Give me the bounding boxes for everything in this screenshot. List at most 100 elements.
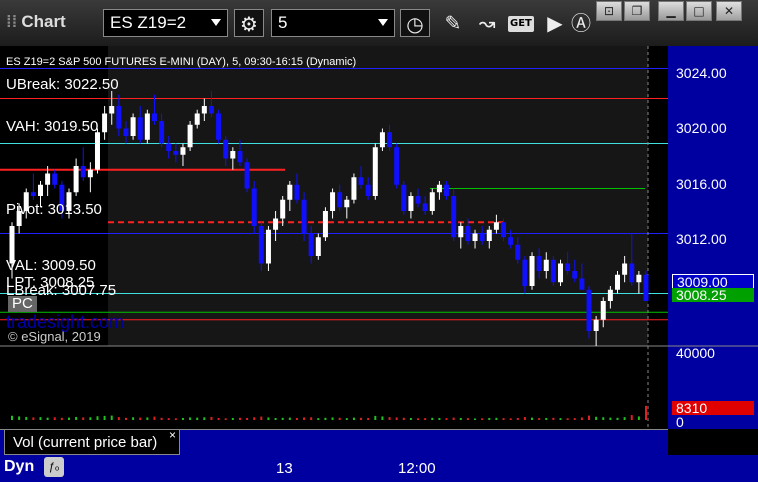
candle-body — [344, 199, 350, 208]
candle-body — [394, 147, 400, 185]
candle-body — [536, 256, 542, 271]
volume-bar — [474, 418, 477, 420]
volume-bar — [18, 416, 21, 420]
chevron-down-icon[interactable] — [211, 19, 221, 26]
candle-body — [173, 151, 179, 155]
time-tick: 12:00 — [398, 460, 436, 477]
volume-bar — [374, 415, 377, 420]
val-label: VAL: 3009.50 — [6, 257, 96, 274]
get-data-button[interactable]: GET — [508, 16, 534, 32]
volume-bar — [146, 417, 149, 420]
volume-bar — [110, 415, 113, 420]
volume-bar — [203, 417, 206, 420]
volume-bar — [181, 417, 184, 420]
candle-body — [422, 203, 428, 211]
study-icon[interactable]: ↝ — [472, 9, 502, 37]
volume-bar — [89, 417, 92, 420]
candle-body — [258, 226, 264, 264]
volume-bar — [96, 416, 99, 420]
volume-bar — [317, 418, 320, 420]
candle-body — [187, 124, 193, 148]
volume-bar — [360, 417, 363, 420]
volume-bar — [174, 418, 177, 420]
candle-body — [273, 218, 279, 230]
candle-body — [529, 256, 535, 286]
volume-bar — [303, 417, 306, 420]
ubreak-label: UBreak: 3022.50 — [6, 76, 119, 93]
volume-bar — [117, 417, 120, 420]
clock-icon[interactable]: ◷ — [400, 9, 430, 37]
volume-bar — [488, 417, 491, 420]
volume-bar — [645, 405, 647, 420]
lock-icon[interactable]: ƒₒ — [44, 457, 64, 477]
volume-bar — [310, 417, 313, 420]
close-icon[interactable]: × — [169, 428, 176, 442]
volume-bar — [32, 417, 35, 420]
minimize-button[interactable]: ▁ — [658, 1, 684, 21]
vah-label: VAH: 3019.50 — [6, 118, 99, 135]
volume-bar — [431, 417, 434, 420]
volume-bar — [53, 417, 56, 420]
candle-body — [572, 271, 578, 279]
candle-body — [579, 278, 585, 290]
volume-bar — [281, 417, 284, 420]
volume-bar — [452, 417, 455, 420]
price-tick: 3012.00 — [676, 231, 727, 247]
candle-body — [629, 263, 635, 283]
volume-bar — [189, 417, 192, 420]
volume-bar — [538, 418, 541, 420]
candle-body — [315, 237, 321, 256]
volume-bar — [388, 417, 391, 420]
volume-bar — [438, 417, 441, 420]
alert-icon[interactable]: Ⓐ — [566, 9, 596, 37]
candle-body — [194, 113, 200, 125]
volume-bar — [409, 417, 412, 420]
pivot-label: Pivot: 3013.50 — [6, 201, 102, 218]
volume-bar — [124, 417, 127, 420]
pencil-icon[interactable]: ✎ — [438, 9, 468, 37]
volume-bar — [630, 415, 633, 420]
restore-icon[interactable]: ❐ — [624, 1, 650, 21]
candle-body — [465, 226, 471, 241]
dynamic-label[interactable]: Dyn — [4, 458, 34, 476]
candle-body — [322, 211, 328, 238]
maximize-button[interactable]: □ — [686, 1, 712, 21]
candle-body — [80, 166, 86, 178]
volume-bar — [324, 417, 327, 420]
volume-bar — [459, 417, 462, 420]
volume-bar — [196, 417, 199, 420]
volume-bar — [545, 417, 548, 420]
candle-body — [265, 229, 271, 264]
candle-body — [558, 263, 564, 283]
candle-body — [493, 222, 499, 230]
interval-input[interactable]: 5 — [271, 9, 395, 37]
volume-study-label[interactable]: Vol (current price bar) — [4, 429, 180, 455]
volume-bar — [509, 418, 512, 420]
candle-body — [287, 184, 293, 200]
candle-body — [636, 274, 642, 283]
app-title: ⁞⁞ Chart — [6, 12, 66, 32]
link-icon[interactable]: ⊡ — [596, 1, 622, 21]
candle-body — [244, 162, 250, 189]
volume-bar — [231, 417, 234, 420]
candle-body — [351, 177, 357, 200]
time-tick: 13 — [276, 460, 293, 477]
candle-body — [615, 274, 621, 290]
price-chart[interactable] — [0, 46, 758, 482]
candle-body — [451, 196, 457, 238]
time-axis — [0, 455, 758, 482]
app-title-label: Chart — [21, 12, 66, 31]
candle-body — [593, 319, 599, 331]
volume-bar — [224, 418, 227, 420]
close-button[interactable]: ✕ — [716, 1, 742, 21]
chevron-down-icon[interactable] — [378, 19, 388, 26]
symbol-input[interactable]: ES Z19=2 — [103, 9, 228, 37]
candle-body — [401, 184, 407, 211]
candle-body — [201, 106, 207, 114]
volume-bar — [60, 417, 63, 420]
candle-body — [600, 301, 606, 320]
settings-gear-icon[interactable]: ⚙ — [234, 9, 264, 37]
volume-bar — [417, 418, 420, 420]
volume-bar — [345, 418, 348, 420]
grip-icon[interactable]: ⁞⁞ — [6, 12, 17, 31]
